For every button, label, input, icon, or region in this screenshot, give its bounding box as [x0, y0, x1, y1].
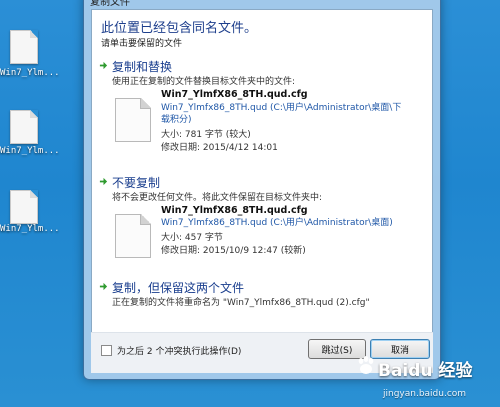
desktop-file-label: Win7_Ylm...	[0, 224, 60, 234]
option-title: 不要复制	[112, 176, 161, 190]
option-description: 正在复制的文件将重命名为 "Win7_Ylmfx86_8TH.qud (2).c…	[112, 298, 370, 308]
baidu-paw-logo-icon	[358, 356, 374, 374]
apply-to-all-row[interactable]: 为之后 2 个冲突执行此操作(D)	[101, 344, 241, 357]
file-modified: 修改日期: 2015/4/12 14:01	[161, 143, 278, 153]
dialog-subheading: 请单击要保留的文件	[101, 39, 183, 49]
file-path: Win7_Ylmfx86_8TH.qud (C:\用户\Administrato…	[161, 103, 402, 125]
desktop-file-icon-3[interactable]: Win7_Ylm...	[0, 190, 60, 240]
dialog-heading: 此位置已经包含同名文件。	[101, 21, 258, 36]
document-icon	[10, 30, 38, 64]
green-arrow-icon	[99, 282, 108, 291]
file-size: 大小: 781 字节 (较大)	[161, 130, 251, 140]
file-name: Win7_YlmfX86_8TH.qud.cfg	[161, 89, 308, 100]
desktop-file-icon-2[interactable]: Win7_Ylm...	[0, 110, 60, 160]
document-icon	[10, 190, 38, 224]
option-description: 将不会更改任何文件。将此文件保留在目标文件夹中:	[112, 193, 323, 203]
option-keep-both[interactable]: 复制，但保留这两个文件 正在复制的文件将重命名为 "Win7_Ylmfx86_8…	[99, 279, 429, 315]
apply-to-all-checkbox[interactable]	[101, 345, 112, 356]
file-name: Win7_YlmfX86_8TH.qud.cfg	[161, 205, 308, 216]
document-icon	[10, 110, 38, 144]
option-description: 使用正在复制的文件替换目标文件夹中的文件:	[112, 77, 296, 87]
file-conflict-dialog: 复制文件 此位置已经包含同名文件。 请单击要保留的文件 复制和替换 使用正在复制…	[83, 0, 441, 380]
option-dont-copy[interactable]: 不要复制 将不会更改任何文件。将此文件保留在目标文件夹中: Win7_YlmfX…	[99, 174, 429, 269]
option-copy-and-replace[interactable]: 复制和替换 使用正在复制的文件替换目标文件夹中的文件: Win7_YlmfX86…	[99, 58, 429, 160]
desktop-file-icon-1[interactable]: Win7_Ylm...	[0, 30, 60, 80]
file-icon	[115, 214, 151, 258]
green-arrow-icon	[99, 177, 108, 186]
apply-to-all-label: 为之后 2 个冲突执行此操作(D)	[117, 347, 242, 357]
desktop-file-label: Win7_Ylm...	[0, 68, 60, 78]
green-arrow-icon	[99, 61, 108, 70]
dialog-content: 此位置已经包含同名文件。 请单击要保留的文件 复制和替换 使用正在复制的文件替换…	[91, 9, 433, 333]
watermark-brand: Baidu 经验	[378, 361, 473, 381]
file-icon	[115, 98, 151, 142]
file-size: 大小: 457 字节	[161, 233, 223, 243]
option-title: 复制和替换	[112, 60, 173, 74]
watermark-url: jingyan.baidu.com	[383, 389, 467, 399]
option-title: 复制，但保留这两个文件	[112, 281, 245, 295]
desktop-file-label: Win7_Ylm...	[0, 146, 60, 156]
file-modified: 修改日期: 2015/10/9 12:47 (较新)	[161, 246, 306, 256]
dialog-title: 复制文件	[90, 0, 130, 8]
file-path: Win7_Ylmfx86_8TH.qud (C:\用户\Administrato…	[161, 218, 393, 228]
